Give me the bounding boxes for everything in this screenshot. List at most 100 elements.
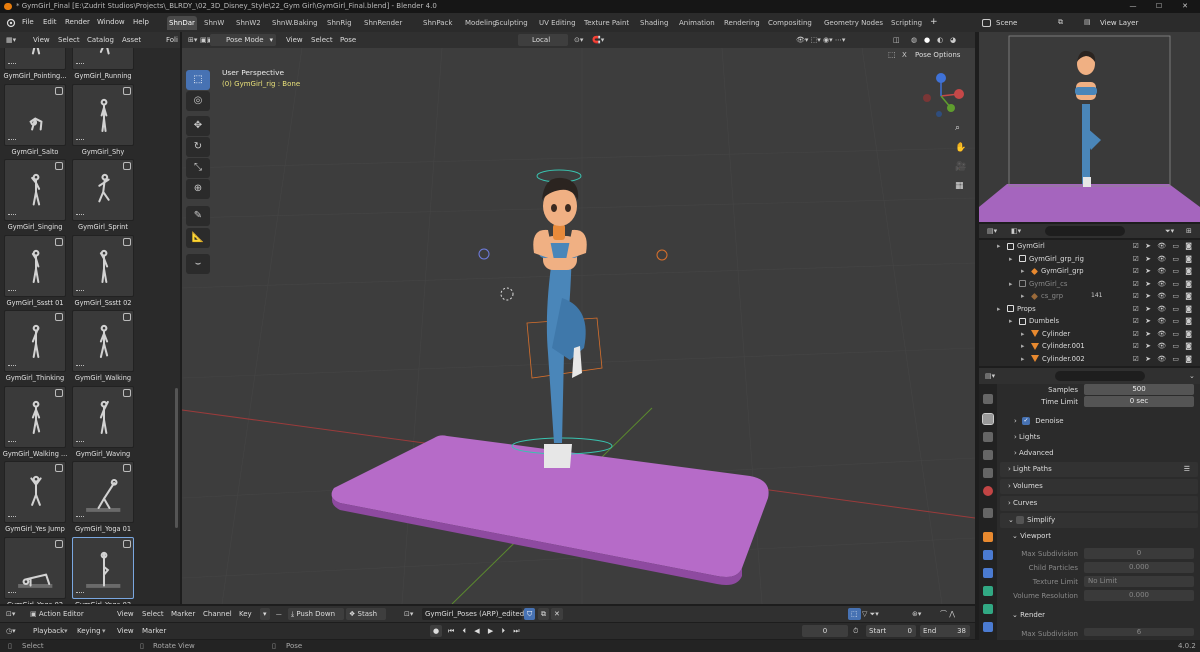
workspace-tab-geometry-nodes[interactable]: Geometry Nodes xyxy=(822,16,885,30)
interpolation-dropdown[interactable]: ▾ xyxy=(260,608,270,620)
light-paths-panel[interactable]: › Light Paths ☰ xyxy=(1000,462,1198,477)
view-layer-name[interactable]: View Layer xyxy=(1100,17,1176,29)
asset-thumbnail[interactable] xyxy=(4,83,66,146)
scene-tab-icon[interactable] xyxy=(983,468,993,478)
object-tab-icon[interactable] xyxy=(983,532,993,542)
action-browse-icon[interactable]: ⊡▾ xyxy=(404,606,413,622)
playback-menu[interactable]: Playback xyxy=(33,623,64,639)
workspace-tab-sculpting[interactable]: Sculpting xyxy=(493,16,530,30)
simplify-checkbox[interactable] xyxy=(1016,516,1025,524)
render-max-subdivision-field[interactable]: 6 xyxy=(1084,628,1194,636)
visibility-toggles[interactable]: ☑ ➤ 👁 ▭ ◙ xyxy=(1133,303,1194,315)
workspace-tab-shnrender[interactable]: ShnRender xyxy=(362,16,404,30)
child-particles-field[interactable]: 0.000 xyxy=(1084,562,1194,573)
visibility-toggles[interactable]: ☑ ➤ 👁 ▭ ◙ xyxy=(1133,353,1194,365)
edit-asset-icon[interactable] xyxy=(55,464,63,472)
outliner-row[interactable]: ▸ Dumbels ☑ ➤ 👁 ▭ ◙ xyxy=(979,315,1200,327)
bone-tab-icon[interactable] xyxy=(983,604,993,614)
workspace-tab-rendering[interactable]: Rendering xyxy=(722,16,762,30)
xray-icon[interactable]: ◫ xyxy=(893,32,900,48)
end-frame-field[interactable]: End 38 xyxy=(920,625,970,637)
add-workspace-button[interactable]: + xyxy=(930,13,938,32)
viewport-menu-pose[interactable]: Pose xyxy=(340,32,356,48)
shading-solid-icon[interactable]: ● xyxy=(924,32,930,48)
zoom-icon[interactable]: ⌕ xyxy=(955,123,960,133)
visibility-toggles[interactable]: ☑ ➤ 👁 ▭ ◙ xyxy=(1133,328,1194,340)
workspace-tab-shndar[interactable]: ShnDar xyxy=(167,16,197,30)
denoise-checkbox[interactable]: ✓ xyxy=(1022,417,1031,425)
workspace-tab-shnw-baking[interactable]: ShnW.Baking xyxy=(270,16,320,30)
move-tool-icon[interactable]: ✥ xyxy=(186,116,210,136)
outliner-search-input[interactable] xyxy=(1045,226,1125,236)
edit-asset-icon[interactable] xyxy=(55,313,63,321)
asset-menu-asset[interactable]: Asset xyxy=(122,32,141,48)
asset-menu-folder[interactable]: Foli xyxy=(166,32,178,48)
visibility-toggles[interactable]: ☑ ➤ 👁 ▭ ◙ xyxy=(1133,290,1194,302)
expand-arrow-icon[interactable]: ▸ xyxy=(1021,340,1024,352)
visibility-toggles[interactable]: ☑ ➤ 👁 ▭ ◙ xyxy=(1133,340,1194,352)
edit-asset-icon[interactable] xyxy=(55,237,63,246)
keying-menu[interactable]: Keying xyxy=(77,623,101,639)
edit-asset-icon[interactable] xyxy=(123,313,131,321)
minimize-button[interactable]: — xyxy=(1120,0,1146,13)
bone-constraints-tab-icon[interactable] xyxy=(983,622,993,632)
curves-panel[interactable]: › Curves xyxy=(1000,496,1198,511)
viewport-menu-view[interactable]: View xyxy=(286,32,303,48)
properties-search-input[interactable] xyxy=(1055,371,1145,381)
pivot-icon[interactable]: ⊙▾ xyxy=(574,32,583,48)
rotate-tool-icon[interactable]: ↻ xyxy=(186,137,210,157)
expand-arrow-icon[interactable]: ▸ xyxy=(1021,353,1024,365)
expand-arrow-icon[interactable]: ▸ xyxy=(1009,278,1012,290)
edit-asset-icon[interactable] xyxy=(55,539,63,548)
asset-thumbnail[interactable] xyxy=(4,310,66,372)
output-tab-icon[interactable] xyxy=(983,432,993,442)
shading-material-icon[interactable]: ◐ xyxy=(937,32,943,48)
maximize-button[interactable]: ☐ xyxy=(1146,0,1172,13)
asset-thumbnail[interactable] xyxy=(4,48,66,70)
asset-thumbnail[interactable] xyxy=(72,234,134,297)
advanced-row[interactable]: › Advanced xyxy=(1014,447,1194,459)
workspace-tab-compositing[interactable]: Compositing xyxy=(766,16,814,30)
action-menu-channel[interactable]: Channel xyxy=(203,606,232,622)
menu-render[interactable]: Render xyxy=(65,13,90,32)
pose-options-button[interactable]: Pose Options xyxy=(915,51,960,59)
current-frame-field[interactable]: 0 xyxy=(802,625,848,637)
volume-resolution-field[interactable]: 0.000 xyxy=(1084,590,1194,601)
snapping-icon[interactable]: ⊛▾ xyxy=(912,606,921,622)
edit-asset-icon[interactable] xyxy=(123,162,131,170)
expand-arrow-icon[interactable]: ▸ xyxy=(997,303,1000,315)
action-name-field[interactable]: GymGirl_Poses (ARP)_edited xyxy=(422,608,524,620)
visibility-toggles[interactable]: ☑ ➤ 👁 ▭ ◙ xyxy=(1133,278,1194,290)
close-button[interactable]: ✕ xyxy=(1172,0,1198,13)
snap-icon[interactable]: 🧲▾ xyxy=(592,32,604,48)
edit-asset-icon[interactable] xyxy=(55,86,63,95)
visibility-toggles[interactable]: ☑ ➤ 👁 ▭ ◙ xyxy=(1133,315,1194,327)
viewport-editor-type-icon[interactable]: ⊞▾ xyxy=(188,32,197,48)
asset-thumbnail[interactable] xyxy=(72,385,134,448)
start-frame-field[interactable]: Start 0 xyxy=(866,625,916,637)
push-down-button[interactable]: ⤓ Push Down xyxy=(288,608,344,620)
scale-tool-icon[interactable]: ⤡ xyxy=(186,158,210,178)
outliner-display-mode-icon[interactable]: ◧▾ xyxy=(1011,224,1021,238)
shading-wireframe-icon[interactable]: ◍ xyxy=(911,32,917,48)
mirror-x-toggle[interactable]: X xyxy=(902,51,907,59)
scene-name[interactable]: Scene xyxy=(980,17,1050,29)
shading-rendered-icon[interactable]: ◕ xyxy=(950,32,956,48)
asset-thumbnail[interactable] xyxy=(4,234,66,297)
asset-thumbnail[interactable] xyxy=(4,461,66,523)
workspace-tab-animation[interactable]: Animation xyxy=(677,16,717,30)
unlink-action-icon[interactable]: ✕ xyxy=(551,608,563,620)
menu-window[interactable]: Window xyxy=(97,13,125,32)
texture-limit-dropdown[interactable]: No Limit xyxy=(1084,576,1194,587)
time-limit-field[interactable]: 0 sec xyxy=(1084,396,1194,407)
action-editor-mode-dropdown[interactable]: ▣ Action Editor xyxy=(30,606,84,622)
asset-thumbnail[interactable] xyxy=(72,310,134,372)
samples-field[interactable]: 500 xyxy=(1084,384,1194,395)
toggle-sidebar-icon[interactable]: ⬚ xyxy=(888,50,896,59)
edit-asset-icon[interactable] xyxy=(123,539,131,548)
relax-tool-icon[interactable]: ⌣ xyxy=(186,254,210,274)
edit-asset-icon[interactable] xyxy=(55,388,63,397)
action-menu-marker[interactable]: Marker xyxy=(171,606,195,622)
blender-menu-icon[interactable] xyxy=(6,13,16,32)
workspace-tab-texture-paint[interactable]: Texture Paint xyxy=(582,16,631,30)
